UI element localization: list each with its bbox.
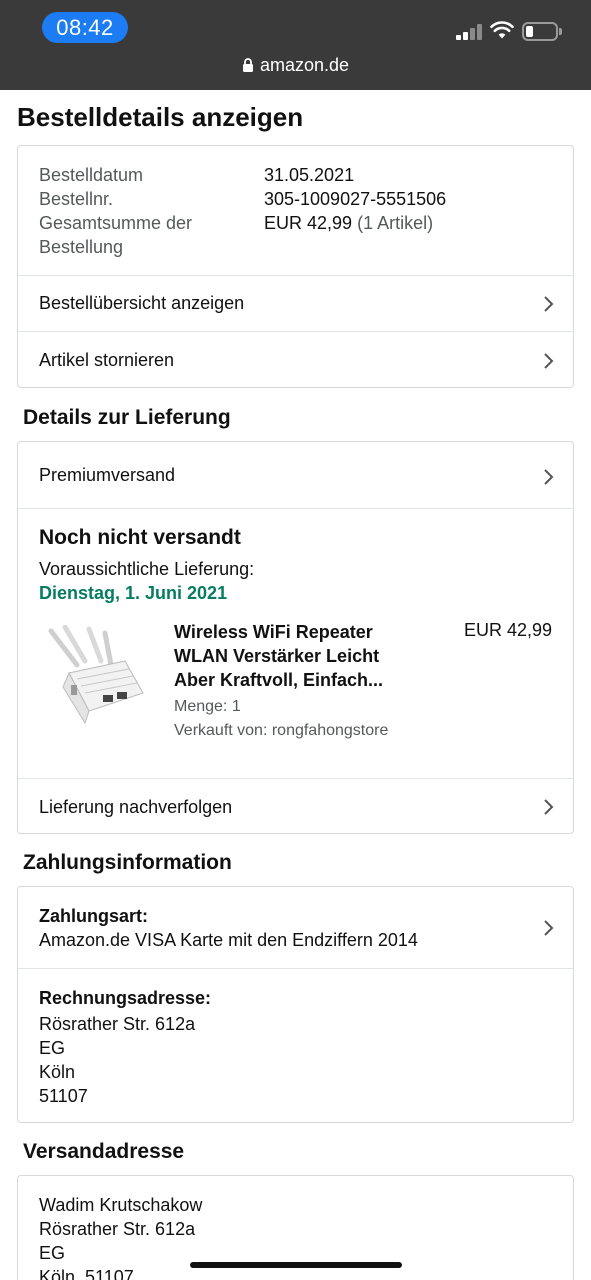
expected-delivery-label: Voraussichtliche Lieferung: bbox=[39, 559, 255, 579]
battery-icon bbox=[522, 22, 562, 41]
product-title[interactable]: Wireless WiFi Repeater WLAN Verstärker L… bbox=[174, 620, 414, 692]
product-quantity: Menge: 1 bbox=[174, 698, 241, 715]
payment-method-link[interactable]: Zahlungsart: Amazon.de VISA Karte mit de… bbox=[18, 887, 573, 968]
delivery-section-title: Details zur Lieferung bbox=[23, 406, 231, 429]
order-total-label: Gesamtsumme der Bestellung bbox=[39, 213, 193, 257]
order-overview-link[interactable]: Bestellübersicht anzeigen bbox=[18, 275, 573, 331]
payment-method-label: Zahlungsart: bbox=[39, 906, 149, 926]
expected-delivery-date: Dienstag, 1. Juni 2021 bbox=[39, 583, 228, 603]
cancel-items-link[interactable]: Artikel stornieren bbox=[18, 331, 573, 388]
order-total-value: EUR 42,99 (1 Artikel) bbox=[264, 213, 434, 233]
shipping-method-label: Premiumversand bbox=[39, 465, 176, 485]
order-date-value: 31.05.2021 bbox=[264, 165, 355, 185]
cancel-items-label: Artikel stornieren bbox=[39, 350, 175, 370]
wifi-repeater-image[interactable] bbox=[41, 625, 146, 725]
billing-address-lines: Rösrather Str. 612a EG Köln 51107 bbox=[39, 1014, 196, 1106]
delivery-card: Premiumversand Noch nicht versandt Vorau… bbox=[17, 441, 574, 834]
chevron-right-icon bbox=[544, 469, 554, 485]
order-date-label: Bestelldatum bbox=[39, 165, 144, 185]
payment-section-title: Zahlungsinformation bbox=[23, 851, 232, 874]
shipping-address-lines: Wadim Krutschakow Rösrather Str. 612a EG… bbox=[39, 1195, 203, 1280]
shipping-method-link[interactable]: Premiumversand bbox=[18, 442, 573, 508]
wifi-icon bbox=[490, 21, 514, 39]
status-bar: 08:42 amazon.de bbox=[0, 0, 591, 90]
billing-address-label: Rechnungsadresse: bbox=[39, 988, 212, 1008]
track-delivery-label: Lieferung nachverfolgen bbox=[39, 797, 233, 817]
lock-icon bbox=[242, 58, 253, 72]
order-number-label: Bestellnr. bbox=[39, 189, 114, 209]
page-title: Bestelldetails anzeigen bbox=[17, 102, 304, 132]
home-indicator[interactable] bbox=[190, 1262, 402, 1268]
chevron-right-icon bbox=[544, 920, 554, 936]
billing-address-block: Rechnungsadresse: Rösrather Str. 612a EG… bbox=[18, 968, 573, 1123]
shipment-status: Noch nicht versandt bbox=[39, 526, 241, 549]
chevron-right-icon bbox=[544, 799, 554, 815]
order-summary-card: Bestelldatum 31.05.2021 Bestellnr. 305-1… bbox=[17, 145, 574, 388]
order-number-value: 305-1009027-5551506 bbox=[264, 189, 447, 209]
product-price: EUR 42,99 bbox=[463, 620, 552, 640]
product-seller: Verkauft von: rongfahongstore bbox=[174, 722, 389, 739]
shipping-address-section-title: Versandadresse bbox=[23, 1140, 185, 1163]
cellular-signal-icon bbox=[456, 24, 482, 40]
address-bar[interactable]: amazon.de bbox=[0, 55, 591, 76]
payment-card: Zahlungsart: Amazon.de VISA Karte mit de… bbox=[17, 886, 574, 1123]
chevron-right-icon bbox=[544, 353, 554, 369]
payment-method-value: Amazon.de VISA Karte mit den Endziffern … bbox=[39, 930, 418, 950]
url-text: amazon.de bbox=[259, 55, 350, 75]
chevron-right-icon bbox=[544, 296, 554, 312]
order-overview-label: Bestellübersicht anzeigen bbox=[39, 293, 245, 313]
clock: 08:42 bbox=[42, 12, 128, 43]
track-delivery-link[interactable]: Lieferung nachverfolgen bbox=[18, 778, 573, 834]
